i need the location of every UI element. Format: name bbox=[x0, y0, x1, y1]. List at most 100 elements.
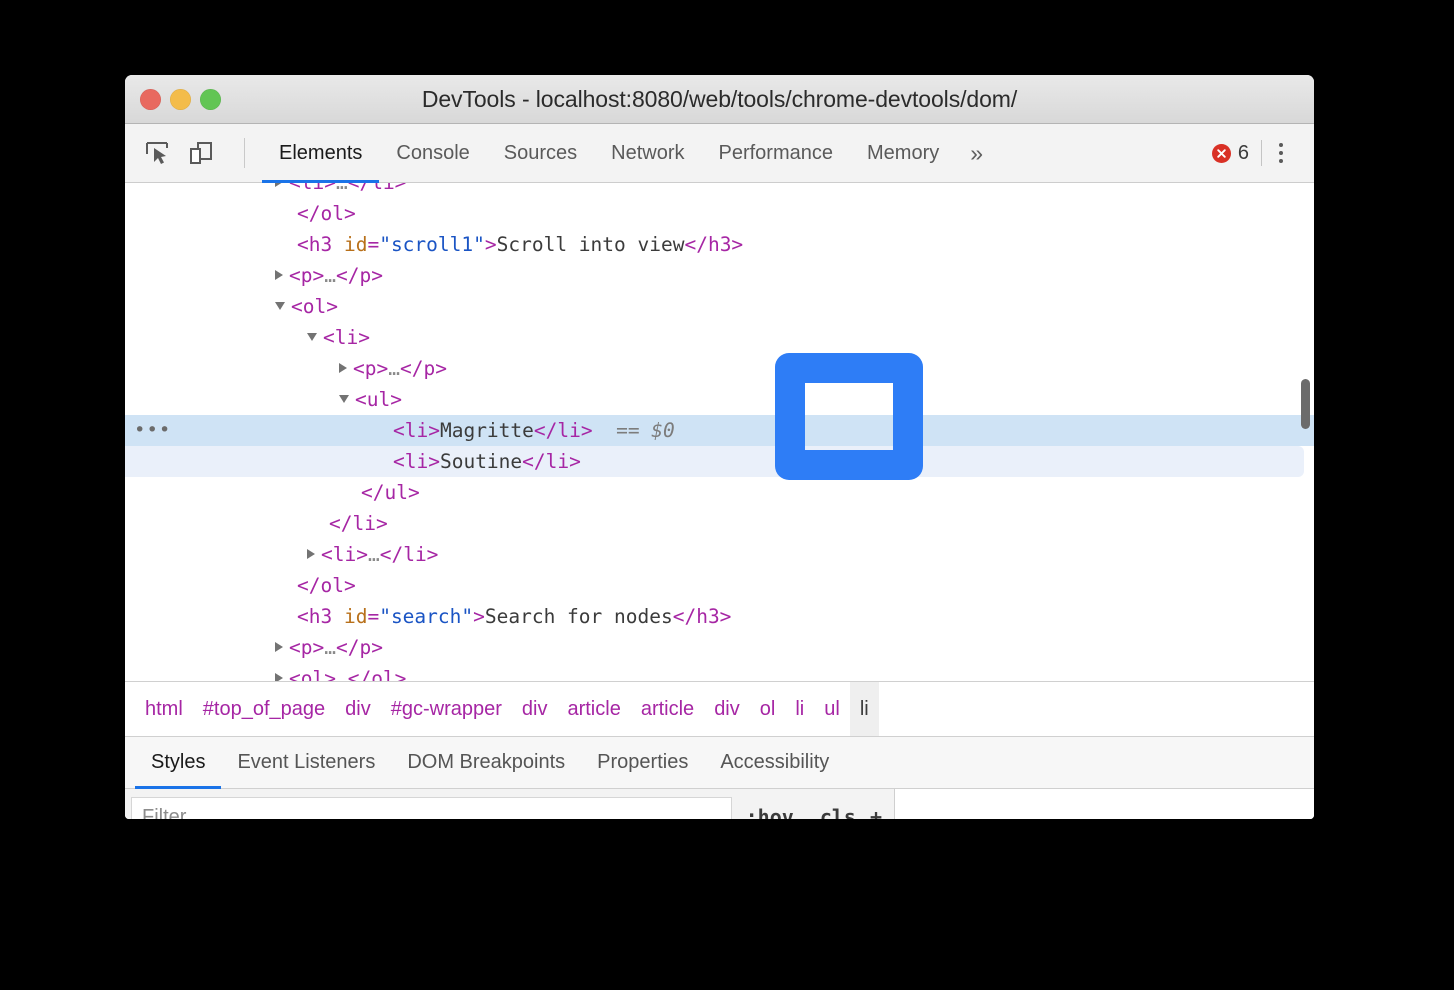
breadcrumb-item-li[interactable]: li bbox=[850, 682, 879, 736]
dom-tree-row[interactable]: <li>…</li> bbox=[125, 539, 1314, 570]
breadcrumb-item-div[interactable]: div bbox=[512, 682, 558, 736]
dom-tree-row[interactable]: </ul> bbox=[125, 477, 1314, 508]
dom-row-content: <li>…</li> bbox=[329, 543, 438, 566]
sidebar-tab-styles[interactable]: Styles bbox=[135, 737, 221, 788]
expand-triangle-down-icon[interactable] bbox=[275, 302, 285, 310]
dom-tree-row[interactable]: <h3 id="search">Search for nodes</h3> bbox=[125, 601, 1314, 632]
dom-token: Scroll into view bbox=[497, 233, 685, 256]
tab-memory[interactable]: Memory bbox=[850, 124, 956, 182]
dom-token: Soutine bbox=[440, 450, 522, 473]
breadcrumb-item-ul[interactable]: ul bbox=[814, 682, 850, 736]
breadcrumb-item-topofpage[interactable]: #top_of_page bbox=[193, 682, 335, 736]
breadcrumb: html#top_of_pagediv#gc-wrapperdivarticle… bbox=[125, 682, 1314, 737]
dom-token: </h3> bbox=[684, 233, 743, 256]
tab-network-label: Network bbox=[611, 142, 684, 165]
breadcrumb-item-li[interactable]: li bbox=[785, 682, 814, 736]
expand-triangle-right-icon[interactable] bbox=[275, 270, 283, 280]
dom-tree-row[interactable]: •••<li>Magritte</li> == $0 bbox=[125, 415, 1314, 446]
dom-tree-row[interactable]: <li>…</li> bbox=[125, 183, 1314, 198]
dom-row-content: </ul> bbox=[361, 481, 420, 504]
hov-toggle-button[interactable]: :hov bbox=[746, 805, 794, 819]
tab-sources[interactable]: Sources bbox=[487, 124, 594, 182]
dom-token: </li> bbox=[380, 543, 439, 566]
devtools-toolbar: Elements Console Sources Network Perform… bbox=[125, 124, 1314, 183]
dom-token: … bbox=[368, 543, 380, 566]
minimize-button[interactable] bbox=[170, 89, 191, 110]
breadcrumb-item-label: li bbox=[795, 698, 804, 721]
breadcrumb-item-label: article bbox=[567, 698, 620, 721]
dom-tree-row[interactable]: </li> bbox=[125, 508, 1314, 539]
dom-tree-pane[interactable]: <li>…</li></ol><h3 id="scroll1">Scroll i… bbox=[125, 183, 1314, 682]
dom-tree-row[interactable]: </ol> bbox=[125, 570, 1314, 601]
expand-triangle-right-icon[interactable] bbox=[275, 183, 283, 187]
close-button[interactable] bbox=[140, 89, 161, 110]
dom-token: <li> bbox=[289, 183, 336, 194]
sidebar-tab-properties[interactable]: Properties bbox=[581, 737, 704, 788]
expand-triangle-down-icon[interactable] bbox=[307, 333, 317, 341]
dom-tree-row[interactable]: <p>…</p> bbox=[125, 260, 1314, 291]
breadcrumb-item-gcwrapper[interactable]: #gc-wrapper bbox=[381, 682, 512, 736]
tab-console[interactable]: Console bbox=[379, 124, 486, 182]
more-tabs-chevron-icon[interactable]: » bbox=[956, 124, 997, 182]
tab-performance-label: Performance bbox=[719, 142, 834, 165]
dom-tree-row[interactable]: <ol>…</ol> bbox=[125, 663, 1314, 682]
breadcrumb-item-label: div bbox=[522, 698, 548, 721]
breadcrumb-item-label: #top_of_page bbox=[203, 698, 325, 721]
tab-elements[interactable]: Elements bbox=[262, 124, 379, 182]
dom-row-content: <h3 id="search">Search for nodes</h3> bbox=[297, 605, 731, 628]
panel-tabs: Elements Console Sources Network Perform… bbox=[262, 124, 1212, 182]
sidebar-tab-dom-breakpoints[interactable]: DOM Breakpoints bbox=[391, 737, 581, 788]
dom-tree-row[interactable]: <li> bbox=[125, 322, 1314, 353]
breadcrumb-item-div[interactable]: div bbox=[704, 682, 750, 736]
dom-token: … bbox=[324, 636, 336, 659]
expand-triangle-down-icon[interactable] bbox=[339, 395, 349, 403]
dom-token: <li> bbox=[323, 326, 370, 349]
dom-tree-row[interactable]: <ol> bbox=[125, 291, 1314, 322]
tab-performance[interactable]: Performance bbox=[702, 124, 851, 182]
breadcrumb-item-ol[interactable]: ol bbox=[750, 682, 786, 736]
breadcrumb-item-article[interactable]: article bbox=[631, 682, 704, 736]
zoom-button[interactable] bbox=[200, 89, 221, 110]
dom-tree-row[interactable]: </ol> bbox=[125, 198, 1314, 229]
dom-row-content: <li> bbox=[329, 326, 370, 349]
device-toolbar-icon[interactable] bbox=[186, 138, 216, 168]
sidebar-tab-accessibility[interactable]: Accessibility bbox=[704, 737, 845, 788]
error-count-badge[interactable]: 6 bbox=[1212, 142, 1261, 165]
breadcrumb-item-article[interactable]: article bbox=[557, 682, 630, 736]
styles-content-area bbox=[895, 789, 1314, 819]
expand-triangle-right-icon[interactable] bbox=[339, 363, 347, 373]
breadcrumb-item-label: li bbox=[860, 698, 869, 721]
dom-token: </ul> bbox=[361, 481, 420, 504]
sidebar-tab-event-listeners[interactable]: Event Listeners bbox=[221, 737, 391, 788]
tab-memory-label: Memory bbox=[867, 142, 939, 165]
dom-token: </li> bbox=[348, 183, 407, 194]
expand-triangle-right-icon[interactable] bbox=[275, 673, 283, 682]
window-controls[interactable] bbox=[140, 89, 221, 110]
dom-row-content: <p>…</p> bbox=[297, 636, 383, 659]
expand-triangle-right-icon[interactable] bbox=[307, 549, 315, 559]
row-ellipsis-marker[interactable]: ••• bbox=[134, 415, 171, 446]
dom-token: = bbox=[367, 233, 379, 256]
dom-row-content: <ol> bbox=[297, 295, 338, 318]
dom-token: </ol> bbox=[297, 202, 356, 225]
breadcrumb-item-html[interactable]: html bbox=[135, 682, 193, 736]
dom-token: <ol> bbox=[289, 667, 336, 682]
breadcrumb-item-div[interactable]: div bbox=[335, 682, 381, 736]
cls-toggle-button[interactable]: .cls bbox=[808, 805, 856, 819]
breadcrumb-item-label: html bbox=[145, 698, 183, 721]
styles-filter-input[interactable]: Filter bbox=[131, 797, 732, 819]
dom-tree-row[interactable]: <li>Soutine</li> bbox=[125, 446, 1304, 477]
expand-triangle-right-icon[interactable] bbox=[275, 642, 283, 652]
dom-tree-row[interactable]: <ul> bbox=[125, 384, 1314, 415]
inspect-element-icon[interactable] bbox=[142, 138, 172, 168]
new-style-rule-button[interactable]: + bbox=[870, 805, 882, 819]
dom-tree-scrollbar[interactable] bbox=[1301, 379, 1310, 429]
toolbar-icon-group bbox=[125, 124, 245, 182]
tab-network[interactable]: Network bbox=[594, 124, 701, 182]
dom-tree-row[interactable]: <h3 id="scroll1">Scroll into view</h3> bbox=[125, 229, 1314, 260]
dom-row-content: </ol> bbox=[297, 202, 356, 225]
dom-tree-row[interactable]: <p>…</p> bbox=[125, 632, 1314, 663]
dom-token: <ol> bbox=[291, 295, 338, 318]
more-options-kebab-icon[interactable] bbox=[1262, 134, 1300, 172]
dom-tree-row[interactable]: <p>…</p> bbox=[125, 353, 1314, 384]
